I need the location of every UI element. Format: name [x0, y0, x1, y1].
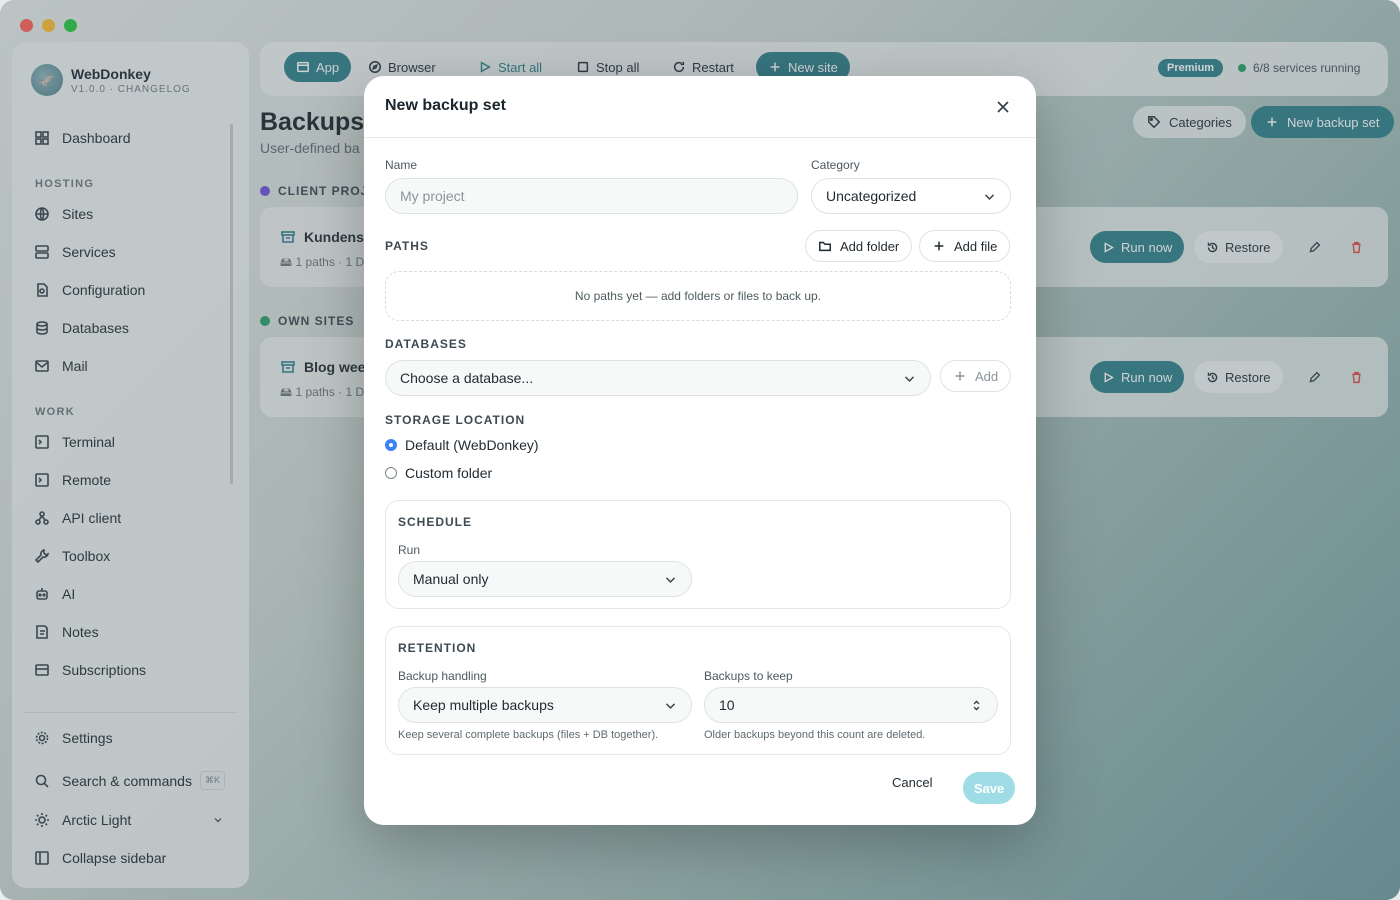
schedule-select[interactable]: Manual only	[398, 561, 692, 597]
add-file-button[interactable]: Add file	[919, 230, 1011, 262]
plus-icon	[955, 371, 965, 381]
radio-unselected	[385, 467, 397, 479]
add-folder-label: Add folder	[840, 238, 900, 254]
add-file-label: Add file	[954, 238, 998, 254]
storage-custom-radio[interactable]: Custom folder	[385, 465, 492, 481]
save-button[interactable]: Save	[963, 772, 1015, 804]
category-label: Category	[811, 158, 860, 172]
storage-custom-label: Custom folder	[405, 465, 493, 481]
chevron-down-icon	[904, 376, 915, 382]
backups-to-keep-value: 10	[719, 697, 735, 713]
database-select[interactable]: Choose a database...	[385, 360, 931, 396]
add-database-button[interactable]: Add	[940, 360, 1012, 392]
schedule-section-title: SCHEDULE	[398, 515, 473, 529]
paths-section-title: PATHS	[385, 239, 429, 253]
paths-empty-state: No paths yet — add folders or files to b…	[385, 271, 1011, 321]
backup-handling-hint: Keep several complete backups (files + D…	[398, 729, 659, 741]
backup-handling-select[interactable]: Keep multiple backups	[398, 687, 692, 723]
storage-default-radio[interactable]: Default (WebDonkey)	[385, 437, 539, 453]
category-value: Uncategorized	[826, 188, 917, 204]
folder-icon	[819, 241, 831, 252]
storage-section-title: STORAGE LOCATION	[385, 413, 526, 427]
retention-section-title: RETENTION	[398, 641, 477, 655]
dialog-title: New backup set	[385, 97, 506, 114]
add-database-label: Add	[975, 368, 999, 384]
radio-selected	[385, 439, 397, 451]
run-label: Run	[398, 543, 421, 557]
add-folder-button[interactable]: Add folder	[805, 230, 913, 262]
backups-to-keep-input[interactable]: 10	[704, 687, 998, 723]
new-backup-set-dialog: New backup set Name My project Category …	[364, 76, 1036, 825]
backups-to-keep-hint: Older backups beyond this count are dele…	[704, 729, 926, 741]
stepper-arrows-icon[interactable]	[970, 699, 983, 712]
backup-handling-value: Keep multiple backups	[413, 697, 554, 713]
category-select[interactable]: Uncategorized	[811, 178, 1011, 214]
chevron-down-icon	[665, 703, 676, 709]
close-icon	[997, 101, 1009, 113]
databases-section-title: DATABASES	[385, 337, 467, 351]
chevron-down-icon	[984, 194, 995, 200]
cancel-button[interactable]: Cancel	[892, 775, 932, 790]
backup-handling-label: Backup handling	[398, 669, 487, 683]
close-dialog-button[interactable]	[994, 98, 1012, 116]
name-input[interactable]: My project	[385, 178, 798, 214]
retention-panel: RETENTION Backup handling Keep multiple …	[385, 626, 1011, 755]
backups-to-keep-label: Backups to keep	[704, 669, 793, 683]
database-select-value: Choose a database...	[400, 370, 534, 386]
name-label: Name	[385, 158, 418, 172]
plus-icon	[934, 241, 944, 251]
chevron-down-icon	[665, 577, 676, 583]
storage-default-label: Default (WebDonkey)	[405, 437, 539, 453]
schedule-panel: SCHEDULE Run Manual only	[385, 500, 1011, 609]
dialog-header: New backup set	[364, 76, 1036, 138]
schedule-value: Manual only	[413, 571, 489, 587]
app-window: 🫏 WebDonkey V1.0.0 · CHANGELOG Dashboard…	[0, 0, 1400, 900]
